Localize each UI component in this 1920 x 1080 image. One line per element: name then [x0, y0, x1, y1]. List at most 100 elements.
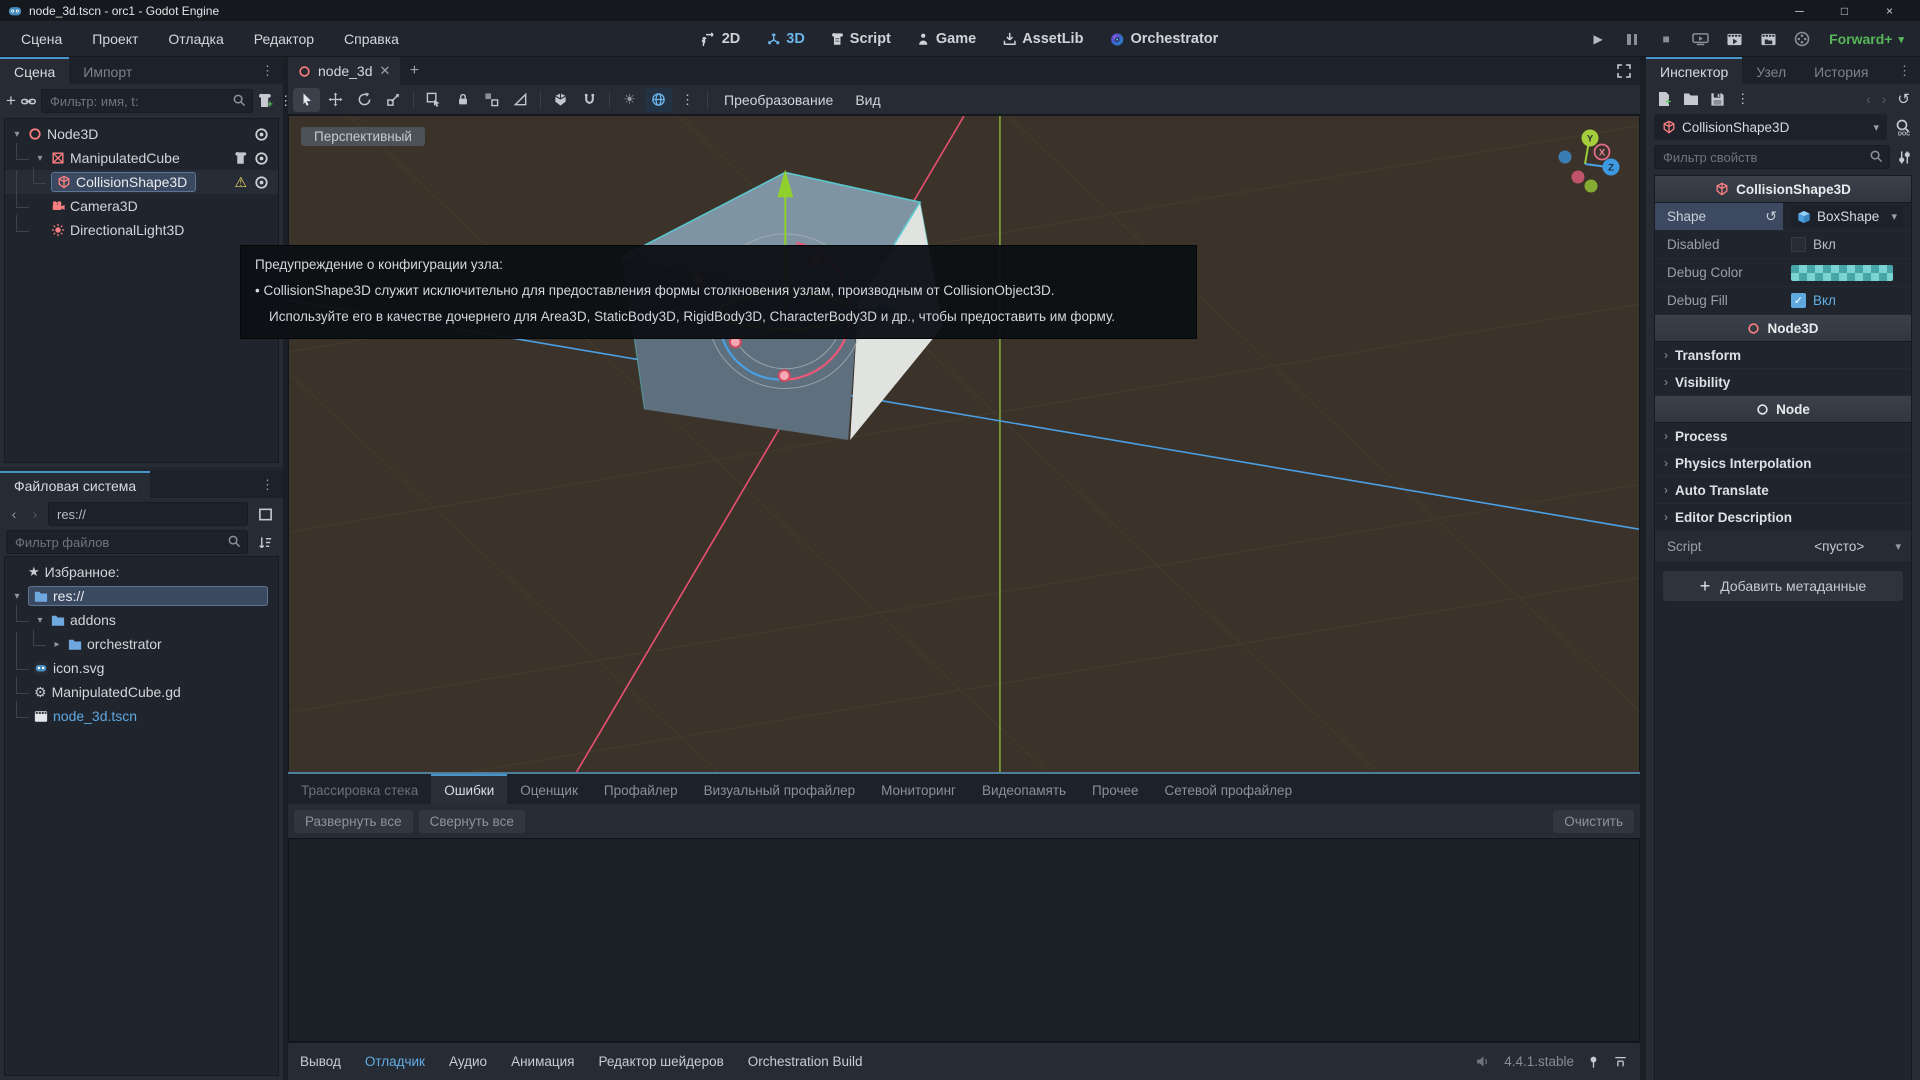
- tab-network-profiler[interactable]: Сетевой профайлер: [1152, 774, 1306, 804]
- history-back-button[interactable]: ‹: [1866, 91, 1871, 107]
- menu-editor[interactable]: Редактор: [241, 27, 327, 51]
- maximize-button[interactable]: □: [1822, 4, 1867, 18]
- file-row-manipulatedcube-gd[interactable]: ⚙ ManipulatedCube.gd: [5, 680, 278, 704]
- expand-viewport-button[interactable]: [1616, 63, 1632, 79]
- nav-forward-button[interactable]: ›: [27, 506, 43, 522]
- filesystem-menu-button[interactable]: ⋮: [252, 471, 283, 498]
- menu-project[interactable]: Проект: [79, 27, 151, 51]
- expand-bottom-panel-icon[interactable]: [1613, 1055, 1628, 1069]
- disabled-checkbox[interactable]: [1791, 237, 1806, 252]
- menu-help[interactable]: Справка: [331, 27, 412, 51]
- visibility-eye-icon[interactable]: [254, 151, 269, 166]
- tab-stack-trace[interactable]: Трассировка стека: [288, 774, 431, 804]
- path-input[interactable]: [48, 502, 248, 526]
- viewport-3d[interactable]: Перспективный Y X Z: [288, 115, 1640, 772]
- group-transform[interactable]: › Transform: [1655, 342, 1911, 369]
- edited-node-select[interactable]: CollisionShape3D ▾: [1654, 114, 1887, 140]
- move-tool-button[interactable]: [322, 88, 349, 112]
- workspace-assetlib-button[interactable]: AssetLib: [1002, 31, 1083, 47]
- new-resource-button[interactable]: +: [1656, 91, 1672, 107]
- renderer-select[interactable]: Forward+ ▾: [1823, 31, 1910, 47]
- warning-icon[interactable]: ⚠: [234, 174, 247, 191]
- environment-preview-button[interactable]: [645, 88, 672, 112]
- stop-button[interactable]: ■: [1653, 27, 1679, 51]
- preview-menu-button[interactable]: ⋮: [674, 88, 701, 112]
- sort-files-button[interactable]: [253, 530, 277, 554]
- audio-mute-icon[interactable]: [1476, 1055, 1491, 1068]
- workspace-orchestrator-button[interactable]: Orchestrator: [1109, 31, 1218, 47]
- tab-scene[interactable]: Сцена: [0, 57, 69, 84]
- play-button[interactable]: ▶: [1585, 27, 1611, 51]
- group-button[interactable]: [478, 88, 505, 112]
- list-select-button[interactable]: [420, 88, 447, 112]
- tab-inspector[interactable]: Инспектор: [1646, 57, 1742, 84]
- file-row-res[interactable]: ▾ res://: [5, 584, 278, 608]
- group-editor-description[interactable]: › Editor Description: [1655, 504, 1911, 531]
- selected-file-pill[interactable]: res://: [28, 586, 268, 606]
- group-process[interactable]: › Process: [1655, 423, 1911, 450]
- history-list-button[interactable]: ↺: [1897, 90, 1910, 108]
- revert-property-icon[interactable]: ↺: [1765, 208, 1777, 225]
- tree-row-camera3d[interactable]: Camera3D: [5, 194, 278, 218]
- workspace-game-button[interactable]: Game: [917, 31, 976, 47]
- expander-icon[interactable]: ▸: [51, 639, 63, 650]
- lock-button[interactable]: [449, 88, 476, 112]
- resource-menu-button[interactable]: ⋮: [1736, 91, 1750, 107]
- scale-tool-button[interactable]: [380, 88, 407, 112]
- save-resource-button[interactable]: [1710, 92, 1725, 107]
- sun-preview-button[interactable]: ☀: [616, 88, 643, 112]
- minimize-button[interactable]: ─: [1777, 4, 1822, 18]
- clear-button[interactable]: Очистить: [1553, 810, 1634, 833]
- pause-button[interactable]: [1619, 27, 1645, 51]
- collapse-all-button[interactable]: Свернуть все: [419, 810, 525, 833]
- tab-video-memory[interactable]: Видеопамять: [969, 774, 1079, 804]
- scene-filter-input[interactable]: [41, 89, 253, 113]
- bottom-output-button[interactable]: Вывод: [300, 1054, 341, 1069]
- selected-node-pill[interactable]: CollisionShape3D: [51, 172, 196, 192]
- bottom-orchestration-build-button[interactable]: Orchestration Build: [748, 1054, 863, 1069]
- expander-icon[interactable]: ▾: [34, 153, 46, 164]
- instance-scene-button[interactable]: [21, 89, 36, 113]
- attached-script-icon[interactable]: [234, 151, 247, 165]
- tab-import[interactable]: Импорт: [69, 57, 146, 84]
- bottom-debugger-button[interactable]: Отладчик: [365, 1054, 425, 1069]
- tab-history[interactable]: История: [1800, 57, 1882, 84]
- pin-bottom-panel-icon[interactable]: [1587, 1055, 1600, 1069]
- select-tool-button[interactable]: [293, 88, 320, 112]
- property-filter-input[interactable]: [1654, 145, 1890, 169]
- tab-filesystem[interactable]: Файловая система: [0, 471, 150, 498]
- history-forward-button[interactable]: ›: [1882, 91, 1887, 107]
- load-resource-button[interactable]: [1683, 92, 1699, 106]
- expand-all-button[interactable]: Развернуть все: [294, 810, 413, 833]
- workspace-3d-button[interactable]: 3D: [766, 31, 805, 47]
- inspector-menu-button[interactable]: ⋮: [1889, 57, 1920, 84]
- tree-row-directionallight3d[interactable]: DirectionalLight3D: [5, 218, 278, 242]
- expander-icon[interactable]: ▾: [11, 129, 23, 140]
- menu-debug[interactable]: Отладка: [155, 27, 236, 51]
- file-row-orchestrator[interactable]: ▸ orchestrator: [5, 632, 278, 656]
- shape-resource-dropdown[interactable]: BoxShape ▾: [1791, 205, 1903, 228]
- shape-property-label[interactable]: Shape ↺: [1655, 203, 1783, 230]
- workspace-2d-button[interactable]: 2D: [702, 31, 741, 47]
- tab-monitoring[interactable]: Мониторинг: [868, 774, 969, 804]
- add-metadata-button[interactable]: + Добавить метаданные: [1663, 571, 1903, 601]
- view-menu[interactable]: Вид: [845, 92, 890, 108]
- tab-visual-profiler[interactable]: Визуальный профайлер: [691, 774, 868, 804]
- tree-row-node3d[interactable]: ▾ Node3D: [5, 122, 278, 146]
- tab-misc[interactable]: Прочее: [1079, 774, 1151, 804]
- scene-tab-node3d[interactable]: node_3d ✕: [288, 57, 400, 85]
- errors-list[interactable]: [288, 838, 1640, 1042]
- tab-profiler[interactable]: Профайлер: [591, 774, 691, 804]
- local-space-button[interactable]: [547, 88, 574, 112]
- debug-fill-checkbox[interactable]: ✓: [1791, 293, 1806, 308]
- scene-dock-menu-button[interactable]: ⋮: [252, 57, 283, 84]
- rotate-tool-button[interactable]: [351, 88, 378, 112]
- file-row-node3d-tscn[interactable]: node_3d.tscn: [5, 704, 278, 728]
- nav-back-button[interactable]: ‹: [6, 506, 22, 522]
- menu-scene[interactable]: Сцена: [8, 27, 75, 51]
- workspace-script-button[interactable]: Script: [831, 31, 891, 47]
- tab-evaluator[interactable]: Оценщик: [507, 774, 591, 804]
- bottom-shader-editor-button[interactable]: Редактор шейдеров: [598, 1054, 723, 1069]
- close-tab-icon[interactable]: ✕: [380, 63, 391, 79]
- remote-debug-button[interactable]: [1687, 27, 1713, 51]
